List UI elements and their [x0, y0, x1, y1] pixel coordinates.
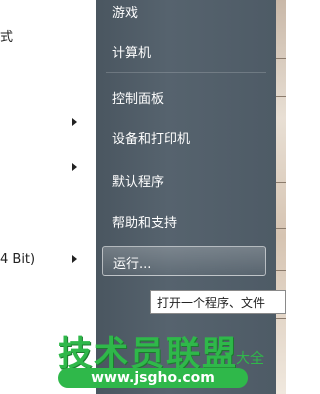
window-edge-line: [276, 270, 286, 271]
menu-item-devices-printers[interactable]: 设备和打印机: [112, 128, 190, 147]
menu-divider: [106, 72, 266, 73]
menu-item-control-panel[interactable]: 控制面板: [112, 88, 164, 107]
left-pane-item[interactable]: 4 Bit): [0, 252, 35, 267]
menu-item-games[interactable]: 游戏: [112, 2, 138, 21]
window-edge-line: [276, 228, 286, 229]
watermark-url: www.jsgho.com: [58, 368, 248, 388]
window-edge-line: [276, 318, 286, 319]
run-button[interactable]: 运行...: [102, 246, 266, 276]
window-edge-line: [276, 58, 286, 59]
menu-item-help-support[interactable]: 帮助和支持: [112, 212, 177, 231]
submenu-arrow-icon: [72, 118, 77, 126]
background-window-edge: [276, 0, 286, 394]
run-label: 运行...: [113, 257, 152, 272]
run-tooltip: 打开一个程序、文件: [150, 290, 286, 314]
window-edge-line: [276, 96, 286, 97]
submenu-arrow-icon: [72, 163, 77, 171]
submenu-arrow-icon: [72, 255, 77, 263]
menu-item-default-programs[interactable]: 默认程序: [112, 171, 164, 190]
left-pane-item[interactable]: 式: [0, 26, 13, 45]
menu-item-computer[interactable]: 计算机: [112, 42, 151, 61]
window-edge-line: [276, 182, 286, 183]
watermark-small: 大全: [236, 351, 264, 367]
